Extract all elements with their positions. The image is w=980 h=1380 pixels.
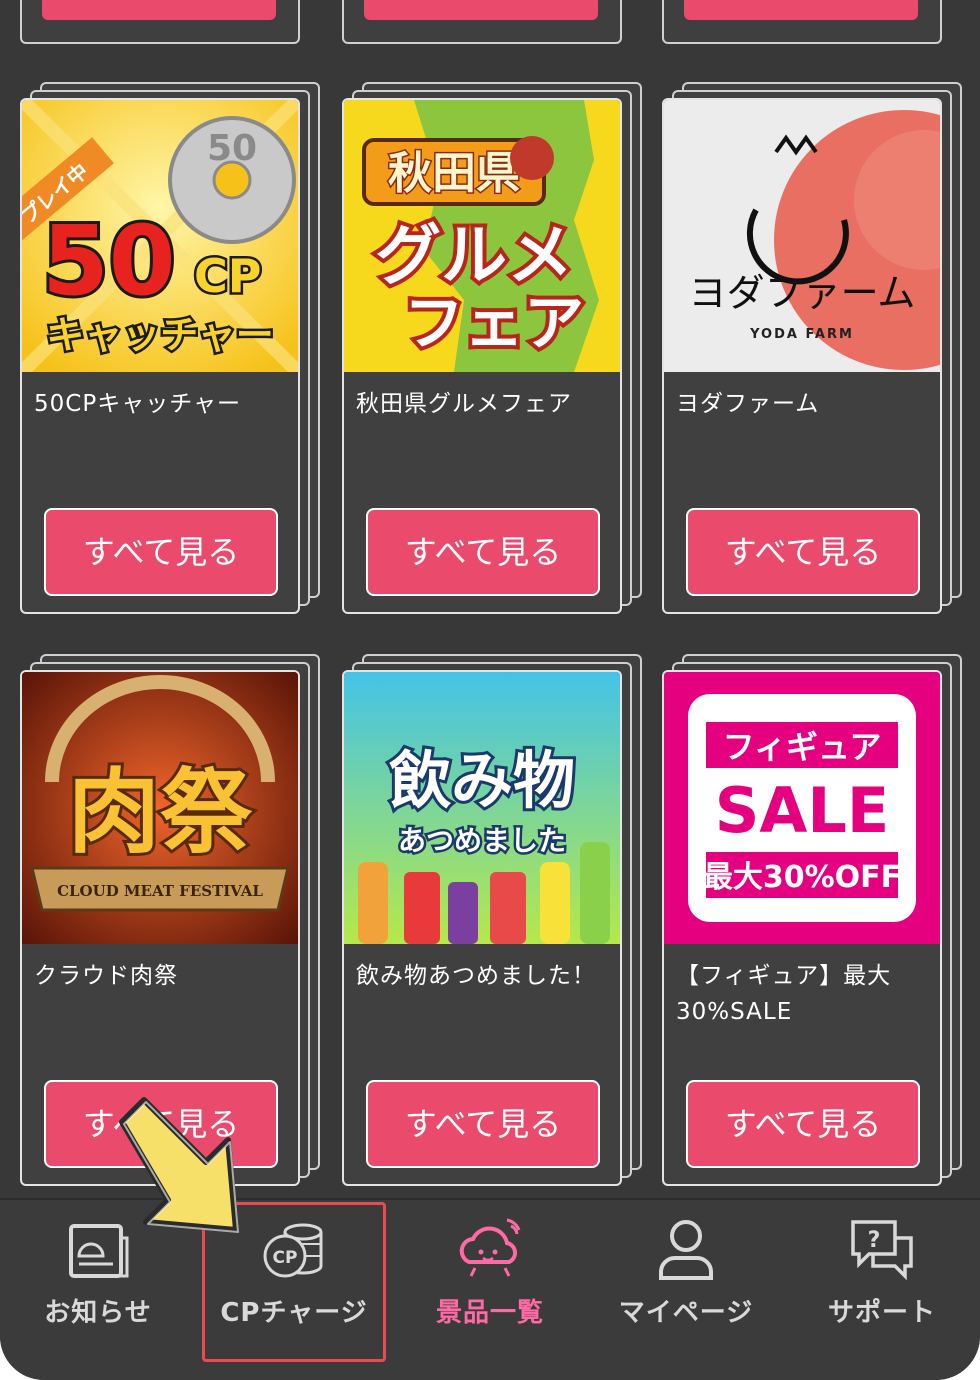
prize-card[interactable]: 50 プレイ中 50 CP キャッチャー 50CPキャッチャー すべて見る — [20, 98, 300, 614]
nav-label: マイページ — [618, 1298, 754, 1328]
prize-card-stack: フィギュア SALE 最大30%OFF 【フィギュア】最大30%SALE すべて… — [662, 654, 962, 1194]
partial-card — [662, 0, 942, 44]
view-all-button-partial[interactable] — [42, 0, 276, 20]
art-catcher: キャッチャー — [46, 313, 274, 357]
art-yoda-farm: YODA FARM — [749, 327, 854, 342]
prize-card[interactable]: ヨダファーム YODA FARM ヨダファーム すべて見る — [662, 98, 942, 614]
nav-label: 景品一覧 — [435, 1298, 544, 1328]
prize-title: クラウド肉祭 — [34, 963, 178, 989]
prize-title: 【フィギュア】最大30%SALE — [676, 963, 892, 1025]
art-festival: CLOUD MEAT FESTIVAL — [57, 882, 263, 900]
art-yoda: ヨダファーム — [689, 271, 916, 315]
art-figure: フィギュア — [723, 728, 882, 766]
art-akita: 秋田県 — [388, 148, 520, 199]
partial-card — [20, 0, 300, 44]
art-off: 最大30%OFF — [703, 860, 901, 895]
prize-card-stack: ヨダファーム YODA FARM ヨダファーム すべて見る — [662, 82, 962, 622]
prize-title: 秋田県グルメフェア — [356, 391, 572, 417]
prize-title: ヨダファーム — [676, 391, 820, 417]
view-all-button-partial[interactable] — [364, 0, 598, 20]
cloud-prize-icon — [459, 1218, 521, 1277]
support-chat-icon: ? — [851, 1220, 913, 1281]
art-gourmet: グルメ — [375, 217, 573, 294]
prize-thumbnail: 秋田県 グルメ フェア — [344, 100, 620, 372]
prize-thumbnail: ヨダファーム YODA FARM — [664, 100, 940, 372]
prize-card-stack: 飲み物 あつめました 飲み物あつめました！ すべて見る — [342, 654, 642, 1194]
coin-label: 50 — [207, 128, 257, 169]
art-50: 50 — [42, 205, 176, 317]
view-all-button-partial[interactable] — [684, 0, 918, 20]
svg-text:?: ? — [868, 1228, 881, 1253]
art-niku: 肉祭 — [68, 759, 253, 866]
prize-card[interactable]: 秋田県 グルメ フェア 秋田県グルメフェア すべて見る — [342, 98, 622, 614]
prize-thumbnail: 飲み物 あつめました — [344, 672, 620, 944]
art-cp: CP — [194, 249, 261, 303]
view-all-button[interactable]: すべて見る — [686, 508, 920, 596]
nav-mypage[interactable]: マイページ — [588, 1200, 784, 1380]
prize-thumbnail: 肉祭 CLOUD MEAT FESTIVAL — [22, 672, 298, 944]
art-collected: あつめました — [398, 824, 566, 857]
partial-card — [342, 0, 622, 44]
view-all-button[interactable]: すべて見る — [366, 1080, 600, 1168]
prize-thumbnail: 50 プレイ中 50 CP キャッチャー — [22, 100, 298, 372]
prize-card[interactable]: 飲み物 あつめました 飲み物あつめました！ すべて見る — [342, 670, 622, 1186]
prize-thumbnail: フィギュア SALE 最大30%OFF — [664, 672, 940, 944]
art-sale: SALE — [715, 774, 890, 847]
prize-card[interactable]: フィギュア SALE 最大30%OFF 【フィギュア】最大30%SALE すべて… — [662, 670, 942, 1186]
prize-title: 50CPキャッチャー — [34, 391, 241, 417]
pointer-arrow-icon — [119, 1097, 239, 1233]
prize-card-stack: 秋田県 グルメ フェア 秋田県グルメフェア すべて見る — [342, 82, 642, 622]
art-fair: フェア — [404, 289, 584, 359]
prize-list-screen: 50 プレイ中 50 CP キャッチャー 50CPキャッチャー すべて見る 秋田… — [0, 0, 980, 1380]
nav-prize-list[interactable]: 景品一覧 — [392, 1200, 588, 1380]
view-all-button[interactable]: すべて見る — [366, 508, 600, 596]
nav-label: サポート — [827, 1298, 936, 1328]
view-all-button[interactable]: すべて見る — [44, 508, 278, 596]
nav-support[interactable]: ? サポート — [784, 1200, 980, 1380]
prize-title: 飲み物あつめました！ — [356, 963, 596, 989]
nav-label: お知らせ — [44, 1298, 152, 1328]
prize-card-stack: 50 プレイ中 50 CP キャッチャー 50CPキャッチャー すべて見る — [20, 82, 320, 622]
user-icon — [659, 1220, 713, 1280]
view-all-button[interactable]: すべて見る — [686, 1080, 920, 1168]
art-drinks: 飲み物 — [389, 744, 575, 817]
